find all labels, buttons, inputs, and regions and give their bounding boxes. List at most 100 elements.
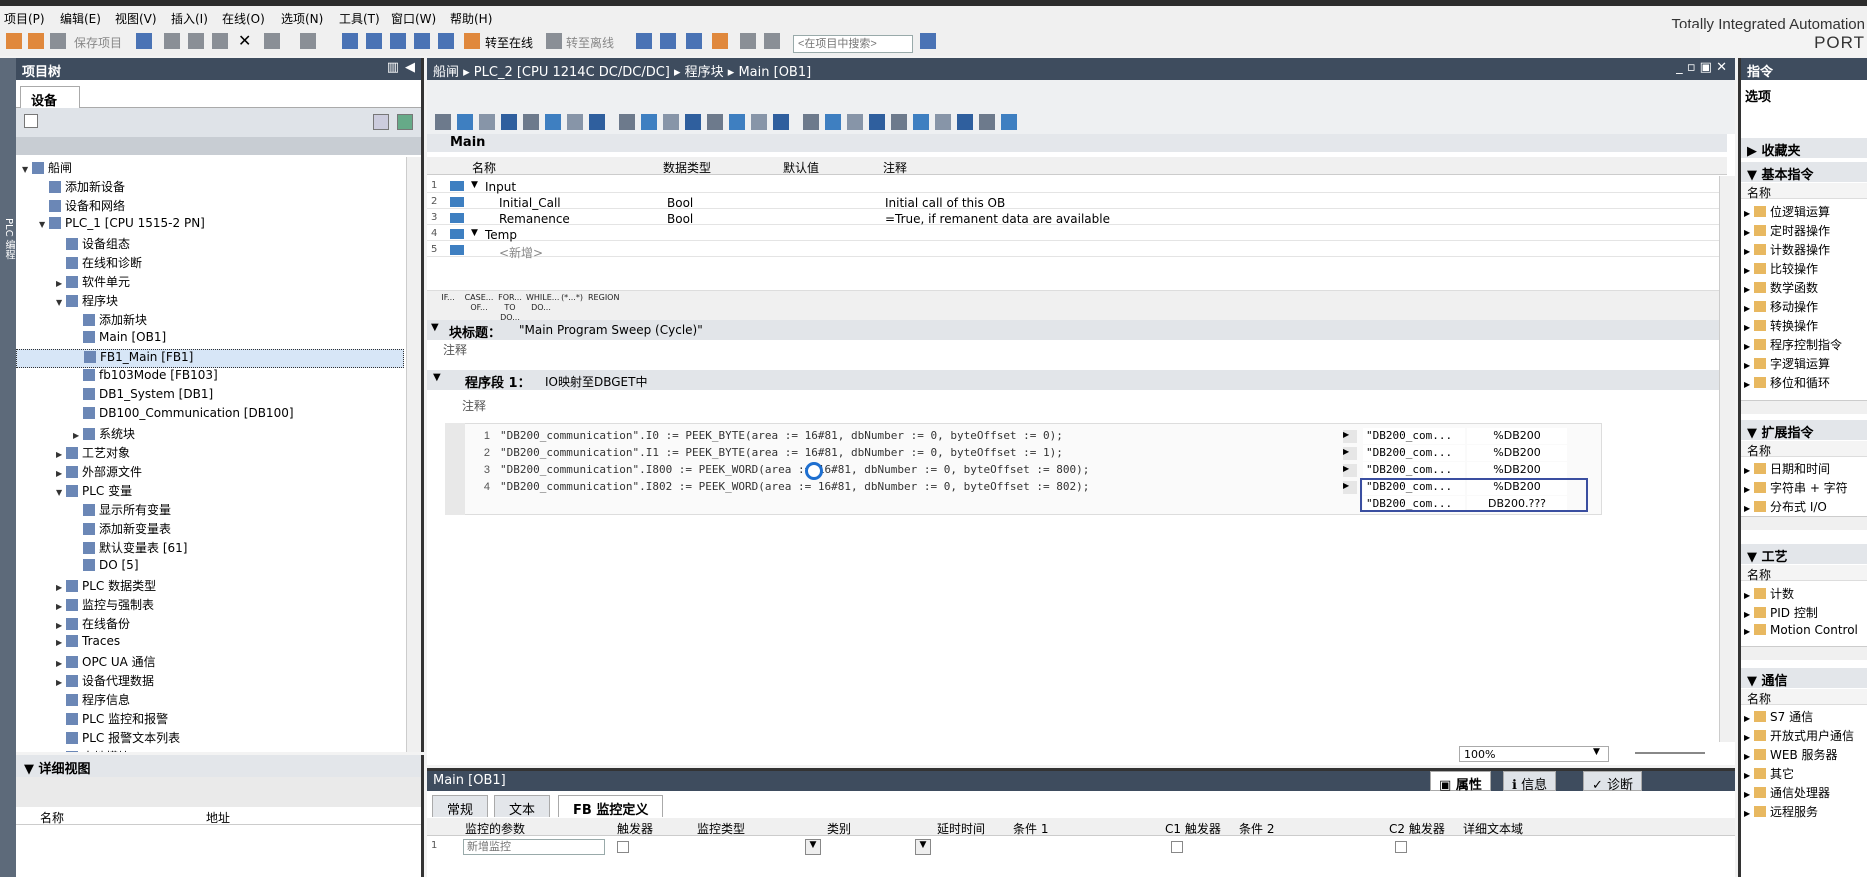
tree-node[interactable]: fb103Mode [FB103] <box>16 368 218 387</box>
editor-window-controls[interactable]: _ ▫ ▣ ✕ <box>1676 60 1727 75</box>
tree-node[interactable]: 设备组态 <box>16 235 130 254</box>
menu-options[interactable]: 选项(N) <box>281 10 323 27</box>
folder-expand-icon[interactable]: ▶ <box>1744 610 1752 619</box>
editor-tool-icon[interactable] <box>751 114 767 130</box>
folder-expand-icon[interactable]: ▶ <box>1744 247 1752 256</box>
editor-tool-icon[interactable] <box>545 114 561 130</box>
instruction-folder[interactable]: ▶ 移动操作 <box>1744 298 1867 316</box>
editor-tool-icon[interactable] <box>891 114 907 130</box>
network-title[interactable]: IO映射至DBGET中 <box>545 373 647 390</box>
instruction-folder[interactable]: ▶ 位逻辑运算 <box>1744 203 1867 221</box>
tab-devices[interactable]: 设备 <box>20 86 80 109</box>
search-project-icon[interactable] <box>920 33 936 49</box>
scl-button[interactable]: (*...*) <box>557 293 587 303</box>
go-offline-icon[interactable] <box>546 33 562 49</box>
instruction-folder[interactable]: ▶ 计数 <box>1744 585 1867 603</box>
block-title-value[interactable]: "Main Program Sweep (Cycle)" <box>519 323 703 337</box>
folder-expand-icon[interactable]: ▶ <box>1744 466 1752 475</box>
interface-datatype[interactable]: Bool <box>667 212 693 226</box>
instruction-folder[interactable]: ▶ 比较操作 <box>1744 260 1867 278</box>
editor-tool-icon[interactable] <box>641 114 657 130</box>
instruction-folder[interactable]: ▶ 字逻辑运算 <box>1744 355 1867 373</box>
accessible-devices-icon[interactable] <box>636 33 652 49</box>
editor-tool-icon[interactable] <box>803 114 819 130</box>
save-icon[interactable] <box>50 33 66 49</box>
tree-node[interactable]: 添加新设备 <box>16 178 125 197</box>
tree-expand-icon[interactable]: ▶ <box>56 621 66 630</box>
editor-tool-icon[interactable] <box>457 114 473 130</box>
folder-expand-icon[interactable]: ▶ <box>1744 380 1752 389</box>
folder-expand-icon[interactable]: ▶ <box>1744 285 1752 294</box>
trigger-checkbox[interactable] <box>617 841 629 853</box>
editor-tool-icon[interactable] <box>957 114 973 130</box>
go-offline-button[interactable]: 转至离线 <box>566 34 614 51</box>
network-collapse-icon[interactable]: ▼ <box>433 372 441 383</box>
interface-name[interactable]: Initial_Call <box>499 196 561 210</box>
row-expand-icon[interactable]: ▼ <box>471 180 478 190</box>
instruction-folder[interactable]: ▶ 转换操作 <box>1744 317 1867 335</box>
folder-expand-icon[interactable]: ▶ <box>1744 752 1752 761</box>
scl-button[interactable]: IF... <box>433 293 463 303</box>
tree-node[interactable]: DB100_Communication [DB100] <box>16 406 294 425</box>
instruction-folder[interactable]: ▶ 其它 <box>1744 765 1867 783</box>
project-search-input[interactable] <box>793 35 913 53</box>
code-text[interactable]: "DB200_communication".I802 := PEEK_WORD(… <box>500 480 1089 493</box>
tree-expand-icon[interactable]: ▼ <box>22 165 32 174</box>
folder-expand-icon[interactable]: ▶ <box>1744 733 1752 742</box>
editor-tool-icon[interactable] <box>869 114 885 130</box>
tree-node[interactable]: ▶ 设备代理数据 <box>16 672 154 691</box>
tree-node[interactable]: ▶ 在线备份 <box>16 615 130 634</box>
tree-expand-icon[interactable]: ▶ <box>56 450 66 459</box>
section-communication[interactable]: ▼ 通信 <box>1741 668 1867 689</box>
monitor-expand-icon[interactable]: ▶ <box>1343 430 1357 443</box>
tree-node[interactable]: DB1_System [DB1] <box>16 387 213 406</box>
monitor-expand-icon[interactable]: ▶ <box>1343 481 1357 494</box>
editor-scrollbar[interactable] <box>1719 176 1735 742</box>
simulation-icon[interactable] <box>438 33 454 49</box>
interface-comment[interactable]: =True, if remanent data are available <box>885 212 1110 226</box>
code-line[interactable]: 4 "DB200_communication".I802 := PEEK_WORD… <box>468 480 1090 497</box>
print-icon[interactable] <box>136 33 152 49</box>
instruction-folder[interactable]: ▶ 程序控制指令 <box>1744 336 1867 354</box>
save-project-button[interactable]: 保存项目 <box>74 34 122 51</box>
zoom-slider[interactable] <box>1635 752 1705 754</box>
collapse-left-icon[interactable]: ◀ <box>405 60 415 75</box>
section-favorites[interactable]: ▶ 收藏夹 <box>1741 138 1867 159</box>
interface-name[interactable]: Input <box>485 180 516 194</box>
tree-expand-icon[interactable]: ▶ <box>56 638 66 647</box>
editor-tool-icon[interactable] <box>979 114 995 130</box>
block-comment[interactable]: 注释 <box>443 341 467 358</box>
tab-fb-supervision[interactable]: FB 监控定义 <box>558 795 664 818</box>
folder-expand-icon[interactable]: ▶ <box>1744 790 1752 799</box>
tree-node[interactable]: Main [OB1] <box>16 330 166 349</box>
folder-expand-icon[interactable]: ▶ <box>1744 591 1752 600</box>
interface-datatype[interactable]: Bool <box>667 196 693 210</box>
scl-button[interactable]: REGION <box>588 293 619 303</box>
editor-tool-icon[interactable] <box>685 114 701 130</box>
tree-view-icon[interactable] <box>373 114 389 130</box>
new-project-icon[interactable] <box>6 33 22 49</box>
code-line[interactable]: 3 "DB200_communication".I800 := PEEK_WORD… <box>468 463 1090 480</box>
details-view-header[interactable]: ▼ 详细视图 <box>16 755 421 777</box>
instruction-folder[interactable]: ▶ 日期和时间 <box>1744 460 1867 478</box>
interface-row[interactable]: 1 ▼ Input <box>427 177 1727 194</box>
go-online-button[interactable]: 转至在线 <box>485 34 533 51</box>
tree-node[interactable]: PLC 报警文本列表 <box>16 729 180 748</box>
tree-node[interactable]: ▶ 监控与强制表 <box>16 596 154 615</box>
instruction-folder[interactable]: ▶ 定时器操作 <box>1744 222 1867 240</box>
split-vertical-icon[interactable] <box>764 33 780 49</box>
editor-tool-icon[interactable] <box>619 114 635 130</box>
split-editor-icon[interactable] <box>342 33 358 49</box>
folder-expand-icon[interactable]: ▶ <box>1744 771 1752 780</box>
instruction-folder[interactable]: ▶ 远程服务 <box>1744 803 1867 821</box>
tree-node[interactable]: ▶ 工艺对象 <box>16 444 130 463</box>
editor-tool-icon[interactable] <box>773 114 789 130</box>
tree-node[interactable]: ▶ Traces <box>16 634 120 653</box>
editor-tool-icon[interactable] <box>1001 114 1017 130</box>
tree-expand-icon[interactable]: ▼ <box>39 220 49 229</box>
folder-expand-icon[interactable]: ▶ <box>1744 304 1752 313</box>
instruction-folder[interactable]: ▶ 计数器操作 <box>1744 241 1867 259</box>
editor-tool-icon[interactable] <box>825 114 841 130</box>
instruction-folder[interactable]: ▶ 通信处理器 <box>1744 784 1867 802</box>
folder-expand-icon[interactable]: ▶ <box>1744 209 1752 218</box>
